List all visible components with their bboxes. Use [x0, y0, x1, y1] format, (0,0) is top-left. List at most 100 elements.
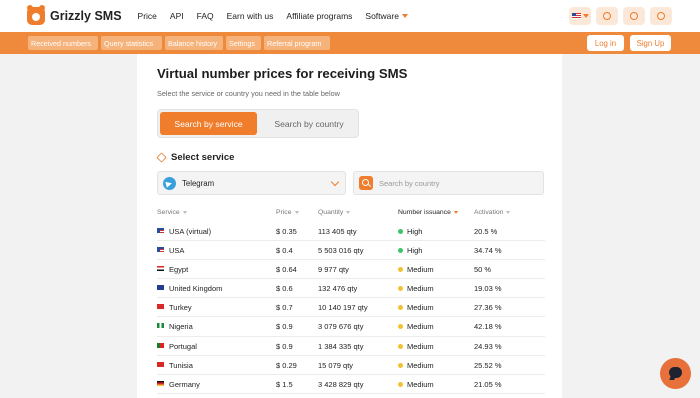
sort-icon [294, 211, 299, 214]
nav-api[interactable]: API [170, 11, 184, 21]
table-row[interactable]: Egypt $ 0.64 9 977 qty Medium 50 % [157, 260, 545, 280]
status-dot-icon [398, 286, 403, 292]
status-dot-icon [398, 381, 403, 387]
search-by-service-button[interactable]: Search by service [160, 112, 257, 135]
cell-country: USA [169, 246, 185, 256]
cell-price: $ 0.6 [276, 284, 293, 294]
service-select[interactable]: Telegram [157, 171, 346, 195]
nav-earn[interactable]: Earn with us [227, 11, 274, 21]
cell-price: $ 1.5 [276, 379, 293, 389]
search-icon[interactable] [359, 176, 373, 190]
cell-quantity: 10 140 197 qty [318, 303, 368, 313]
status-dot-icon [398, 229, 403, 234]
country-flag-icon [157, 342, 164, 348]
cell-activation: 42.18 % [474, 322, 502, 332]
cell-quantity: 3 079 676 qty [318, 322, 364, 332]
tab-received-numbers[interactable]: Received numbers [28, 36, 98, 50]
search-mode-toggle: Search by service Search by country [157, 109, 359, 138]
chevron-down-icon [582, 14, 589, 18]
issuance-label: Medium [407, 284, 434, 294]
cell-price: $ 0.7 [276, 303, 293, 313]
issuance-label: Medium [407, 322, 434, 332]
speaker-icon [657, 12, 665, 20]
table-row[interactable]: Tunisia $ 0.29 15 079 qty Medium 25.52 % [157, 356, 545, 375]
search-by-country-button[interactable]: Search by country [261, 112, 357, 135]
sort-icon [182, 211, 187, 214]
chevron-down-icon [330, 177, 340, 187]
logo-text: Grizzly SMS [50, 9, 122, 23]
bear-logo-icon [27, 5, 45, 25]
chevron-down-icon [401, 14, 408, 18]
cell-country: USA (virtual) [169, 227, 212, 236]
cell-activation: 25.52 % [474, 360, 502, 370]
sound-button[interactable] [650, 7, 672, 25]
country-flag-icon [157, 247, 164, 253]
table-row[interactable]: Germany $ 1.5 3 428 829 qty Medium 21.05 % [157, 375, 545, 394]
status-dot-icon [398, 324, 403, 330]
status-dot-icon [398, 362, 403, 368]
sort-icon [453, 211, 458, 214]
cell-issuance: Medium [398, 322, 434, 331]
table-row[interactable]: United Kingdom $ 0.6 132 476 qty Medium 19.0… [157, 279, 545, 299]
header-quantity[interactable]: Quantity [318, 209, 351, 216]
status-dot-icon [398, 267, 403, 273]
theme-toggle[interactable] [596, 7, 618, 25]
cell-activation: 21.05 % [474, 379, 502, 389]
cell-quantity: 15 079 qty [318, 360, 354, 370]
cell-issuance: Medium [398, 265, 434, 274]
tab-query-statistics[interactable]: Query statistics [101, 36, 162, 50]
cell-quantity: 113 405 qty [318, 227, 357, 236]
tab-balance-history[interactable]: Balance history [165, 36, 223, 50]
nav-affiliate[interactable]: Affiliate programs [286, 11, 352, 21]
header-service[interactable]: Service [157, 209, 187, 216]
telegram-icon [163, 176, 176, 190]
table-row[interactable]: Turkey $ 0.7 10 140 197 qty Medium 27.36 % [157, 298, 545, 318]
issuance-label: Medium [407, 379, 434, 389]
cell-quantity: 9 977 qty [318, 265, 349, 275]
issuance-label: High [407, 246, 423, 256]
cell-activation: 19.03 % [474, 284, 502, 294]
header-price-label: Price [276, 209, 292, 216]
table-row[interactable]: Nigeria $ 0.9 3 079 676 qty Medium 42.18 % [157, 317, 545, 337]
signup-button[interactable]: Sign Up [630, 35, 671, 51]
table-row[interactable]: USA (virtual) $ 0.35 113 405 qty High 20.5 % [157, 222, 545, 242]
login-button[interactable]: Log in [587, 35, 624, 51]
cell-quantity: 132 476 qty [318, 284, 358, 294]
country-flag-icon [157, 304, 164, 310]
cell-country: Nigeria [169, 322, 193, 332]
cell-price: $ 0.35 [276, 227, 297, 236]
country-flag-icon [157, 380, 164, 386]
cell-activation: 27.36 % [474, 303, 502, 313]
nav-price[interactable]: Price [138, 11, 157, 21]
table-row[interactable]: USA $ 0.4 5 503 016 qty High 34.74 % [157, 241, 545, 261]
logo[interactable]: Grizzly SMS [27, 5, 122, 25]
country-flag-icon [157, 266, 164, 272]
tab-referral-program[interactable]: Referral program [264, 36, 330, 50]
nav-faq[interactable]: FAQ [197, 11, 214, 21]
language-selector[interactable] [569, 7, 591, 25]
header-activation[interactable]: Activation [474, 209, 511, 216]
cell-country: Turkey [169, 303, 192, 313]
cell-issuance: Medium [398, 342, 434, 351]
chat-button[interactable] [660, 358, 691, 389]
country-search-field[interactable]: Search by country [353, 171, 544, 195]
cell-issuance: Medium [398, 284, 434, 293]
table-row[interactable]: Portugal $ 0.9 1 384 335 qty Medium 24.93 % [157, 337, 545, 356]
sort-icon [506, 211, 511, 214]
tab-settings[interactable]: Settings [226, 36, 261, 50]
notifications-button[interactable] [623, 7, 645, 25]
cell-price: $ 0.64 [276, 265, 297, 275]
cell-price: $ 0.9 [276, 341, 293, 351]
status-dot-icon [398, 343, 403, 349]
cell-price: $ 0.9 [276, 322, 293, 332]
cell-country: Tunisia [169, 360, 193, 370]
bell-icon [630, 12, 638, 20]
header-activation-label: Activation [474, 209, 504, 216]
table-body: USA (virtual) $ 0.35 113 405 qty High 20.5 %… [157, 222, 545, 394]
header-issuance[interactable]: Number issuance [398, 209, 458, 216]
nav-software[interactable]: Software [365, 11, 408, 21]
header-price[interactable]: Price [276, 209, 299, 216]
issuance-label: Medium [407, 360, 434, 370]
sort-icon [346, 211, 351, 214]
cell-quantity: 5 503 016 qty [318, 246, 364, 256]
